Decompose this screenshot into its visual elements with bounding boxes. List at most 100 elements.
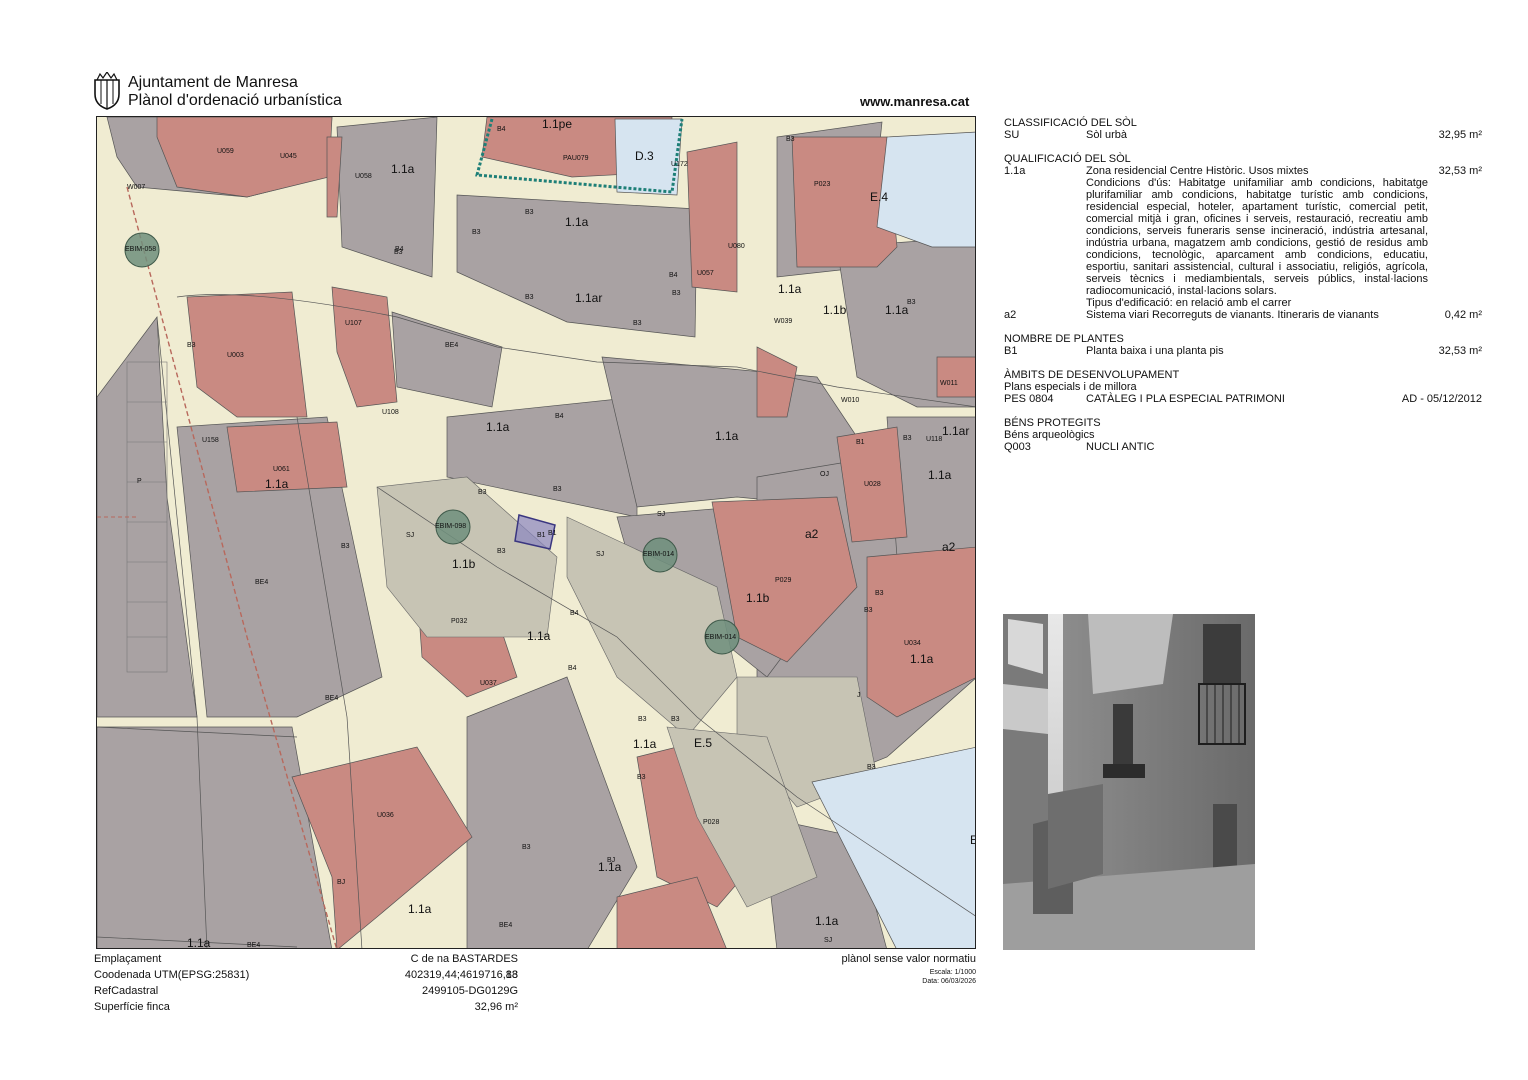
zone-label-11: 1.1ar <box>942 424 969 438</box>
bim-marker-3: EBIM-014 <box>705 634 736 641</box>
plantes-desc: Planta baixa i una planta pis <box>1086 345 1224 357</box>
plantes-title: NOMBRE DE PLANTES <box>1004 333 1124 345</box>
code-label-59: SJ <box>824 937 832 944</box>
code-label-57: B3 <box>671 716 680 723</box>
qualificacio-row: 1.1a Zona residencial Centre Històric. U… <box>1004 165 1482 177</box>
bens-title: BÉNS PROTEGITS <box>1004 417 1101 429</box>
zone-label-16: 1.1b <box>746 591 770 605</box>
code-label-16: U158 <box>202 437 219 444</box>
zone-label-12: 1.1a <box>928 468 952 482</box>
bens-subtitle: Béns arqueològics <box>1004 429 1095 441</box>
code-label-50: J <box>857 692 861 699</box>
manresa-shield-icon <box>92 70 122 110</box>
zone-label-23: 1.1a <box>187 936 211 949</box>
zone-label-13: a2 <box>805 527 819 541</box>
code-label-24: P028 <box>703 819 719 826</box>
code-label-30: B3 <box>525 294 534 301</box>
qualificacio-value-2: 0,42 m² <box>1444 309 1482 321</box>
zone-label-4: 1.1a <box>565 215 589 229</box>
zone-label-18: 1.1a <box>910 652 934 666</box>
code-label-33: B3 <box>633 320 642 327</box>
code-label-51: P <box>137 478 142 485</box>
zone-label-19: E.5 <box>694 736 712 750</box>
zone-label-1: D.3 <box>635 149 654 163</box>
plantes-section: NOMBRE DE PLANTES B1 Planta baixa i una … <box>1004 333 1482 357</box>
sup-label: Superfície finca <box>94 1001 170 1013</box>
code-label-58: B3 <box>637 774 646 781</box>
ambits-value: AD - 05/12/2012 <box>1401 393 1482 405</box>
code-label-62: BE4 <box>247 942 260 949</box>
code-label-61: B4 <box>568 665 577 672</box>
code-label-48: SJ <box>596 551 604 558</box>
code-label-32: B3 <box>672 290 681 297</box>
code-label-20: P032 <box>451 618 467 625</box>
code-label-28: B3 <box>472 229 481 236</box>
classificacio-desc: Sòl urbà <box>1086 129 1127 141</box>
zone-label-8: 1.1a <box>885 303 909 317</box>
urban-plan-map[interactable]: 1.1pe D.3 E.4 1.1a 1.1a 1.1ar 1.1a 1.1b 1.1a 1.1a… <box>96 116 976 949</box>
plan-title: Plànol d'ordenació urbanística <box>128 92 342 109</box>
code-label-19: P029 <box>775 577 791 584</box>
code-label-45: BE4 <box>499 922 512 929</box>
zone-label-26: E <box>970 833 976 847</box>
ref-label: RefCadastral <box>94 985 159 997</box>
classificacio-title: CLASSIFICACIÓ DEL SÒL <box>1004 117 1137 129</box>
qualificacio-row-2: a2 Sistema viari Recorreguts de vianants… <box>1004 309 1482 321</box>
code-label-44: BE4 <box>325 695 338 702</box>
zone-label-15: 1.1b <box>452 557 476 571</box>
bim-marker-0: EBIM-058 <box>125 246 156 253</box>
code-label-1: U045 <box>280 153 297 160</box>
code-label-37: B3 <box>553 486 562 493</box>
zone-label-25: 1.1a <box>815 914 839 928</box>
code-label-52: BJ <box>337 879 345 886</box>
code-label-23: U036 <box>377 812 394 819</box>
zone-label-7: 1.1b <box>823 303 847 317</box>
code-label-34: B3 <box>187 342 196 349</box>
code-label-43: BE4 <box>255 579 268 586</box>
ambits-code: PES 0804 <box>1004 393 1054 405</box>
zone-label-6: 1.1a <box>778 282 802 296</box>
code-label-65: B3 <box>907 299 916 306</box>
emplacament-label: Emplaçament <box>94 953 162 965</box>
zone-label-10: 1.1a <box>715 429 739 443</box>
utm-label: Coodenada UTM(EPSG:25831) <box>94 969 250 981</box>
utm-value: 402319,44;4619716,83 <box>404 969 518 981</box>
info-panel: CLASSIFICACIÓ DEL SÒL SU Sòl urbà 32,95 … <box>1004 117 1482 465</box>
sup-value: 32,96 m² <box>474 1001 518 1013</box>
qualificacio-desc-2: Sistema viari Recorreguts de vianants. I… <box>1086 309 1379 321</box>
ambits-desc: CATÀLEG I PLA ESPECIAL PATRIMONI <box>1086 393 1285 405</box>
qualificacio-section: QUALIFICACIÓ DEL SÒL 1.1a Zona residenci… <box>1004 153 1482 321</box>
classificacio-value: 32,95 m² <box>1438 129 1482 141</box>
building-photo <box>1003 614 1255 950</box>
code-label-7: U080 <box>728 243 745 250</box>
ambits-title: ÀMBITS DE DESENVOLUPAMENT <box>1004 369 1180 381</box>
zone-label-0: 1.1pe <box>542 117 572 131</box>
code-label-21: U037 <box>480 680 497 687</box>
code-label-15: U118 <box>926 436 942 443</box>
normative-note: plànol sense valor normatiu <box>841 953 976 965</box>
code-label-63: B3 <box>522 844 531 851</box>
plantes-code: B1 <box>1004 345 1018 357</box>
plantes-row: B1 Planta baixa i una planta pis 32,53 m… <box>1004 345 1482 357</box>
bens-code: Q003 <box>1004 441 1031 453</box>
code-label-4: P023 <box>814 181 830 188</box>
qualificacio-tipus: Tipus d'edificació: en relació amb el ca… <box>1086 297 1292 309</box>
qualificacio-desc: Zona residencial Centre Històric. Usos m… <box>1086 165 1309 177</box>
zone-label-5: 1.1ar <box>575 291 602 305</box>
code-label-31: B4 <box>669 272 678 279</box>
code-label-11: W039 <box>774 318 792 325</box>
code-label-46: SJ <box>406 532 414 539</box>
code-label-6: PAU079 <box>563 155 589 162</box>
code-label-12: U108 <box>382 409 399 416</box>
qualificacio-code-2: a2 <box>1004 309 1017 321</box>
code-label-42: B3 <box>341 543 350 550</box>
bens-row: Q003 NUCLI ANTIC <box>1004 441 1482 453</box>
code-label-49: OJ <box>820 471 829 478</box>
code-label-5: W007 <box>127 184 145 191</box>
website-link[interactable]: www.manresa.cat <box>860 94 969 109</box>
code-label-67: B3 <box>903 435 912 442</box>
code-label-38: B3 <box>478 489 487 496</box>
qualificacio-title: QUALIFICACIÓ DEL SÒL <box>1004 153 1131 165</box>
code-label-29: B3 <box>525 209 534 216</box>
scale-text: Escala: 1/1000 <box>929 969 976 976</box>
